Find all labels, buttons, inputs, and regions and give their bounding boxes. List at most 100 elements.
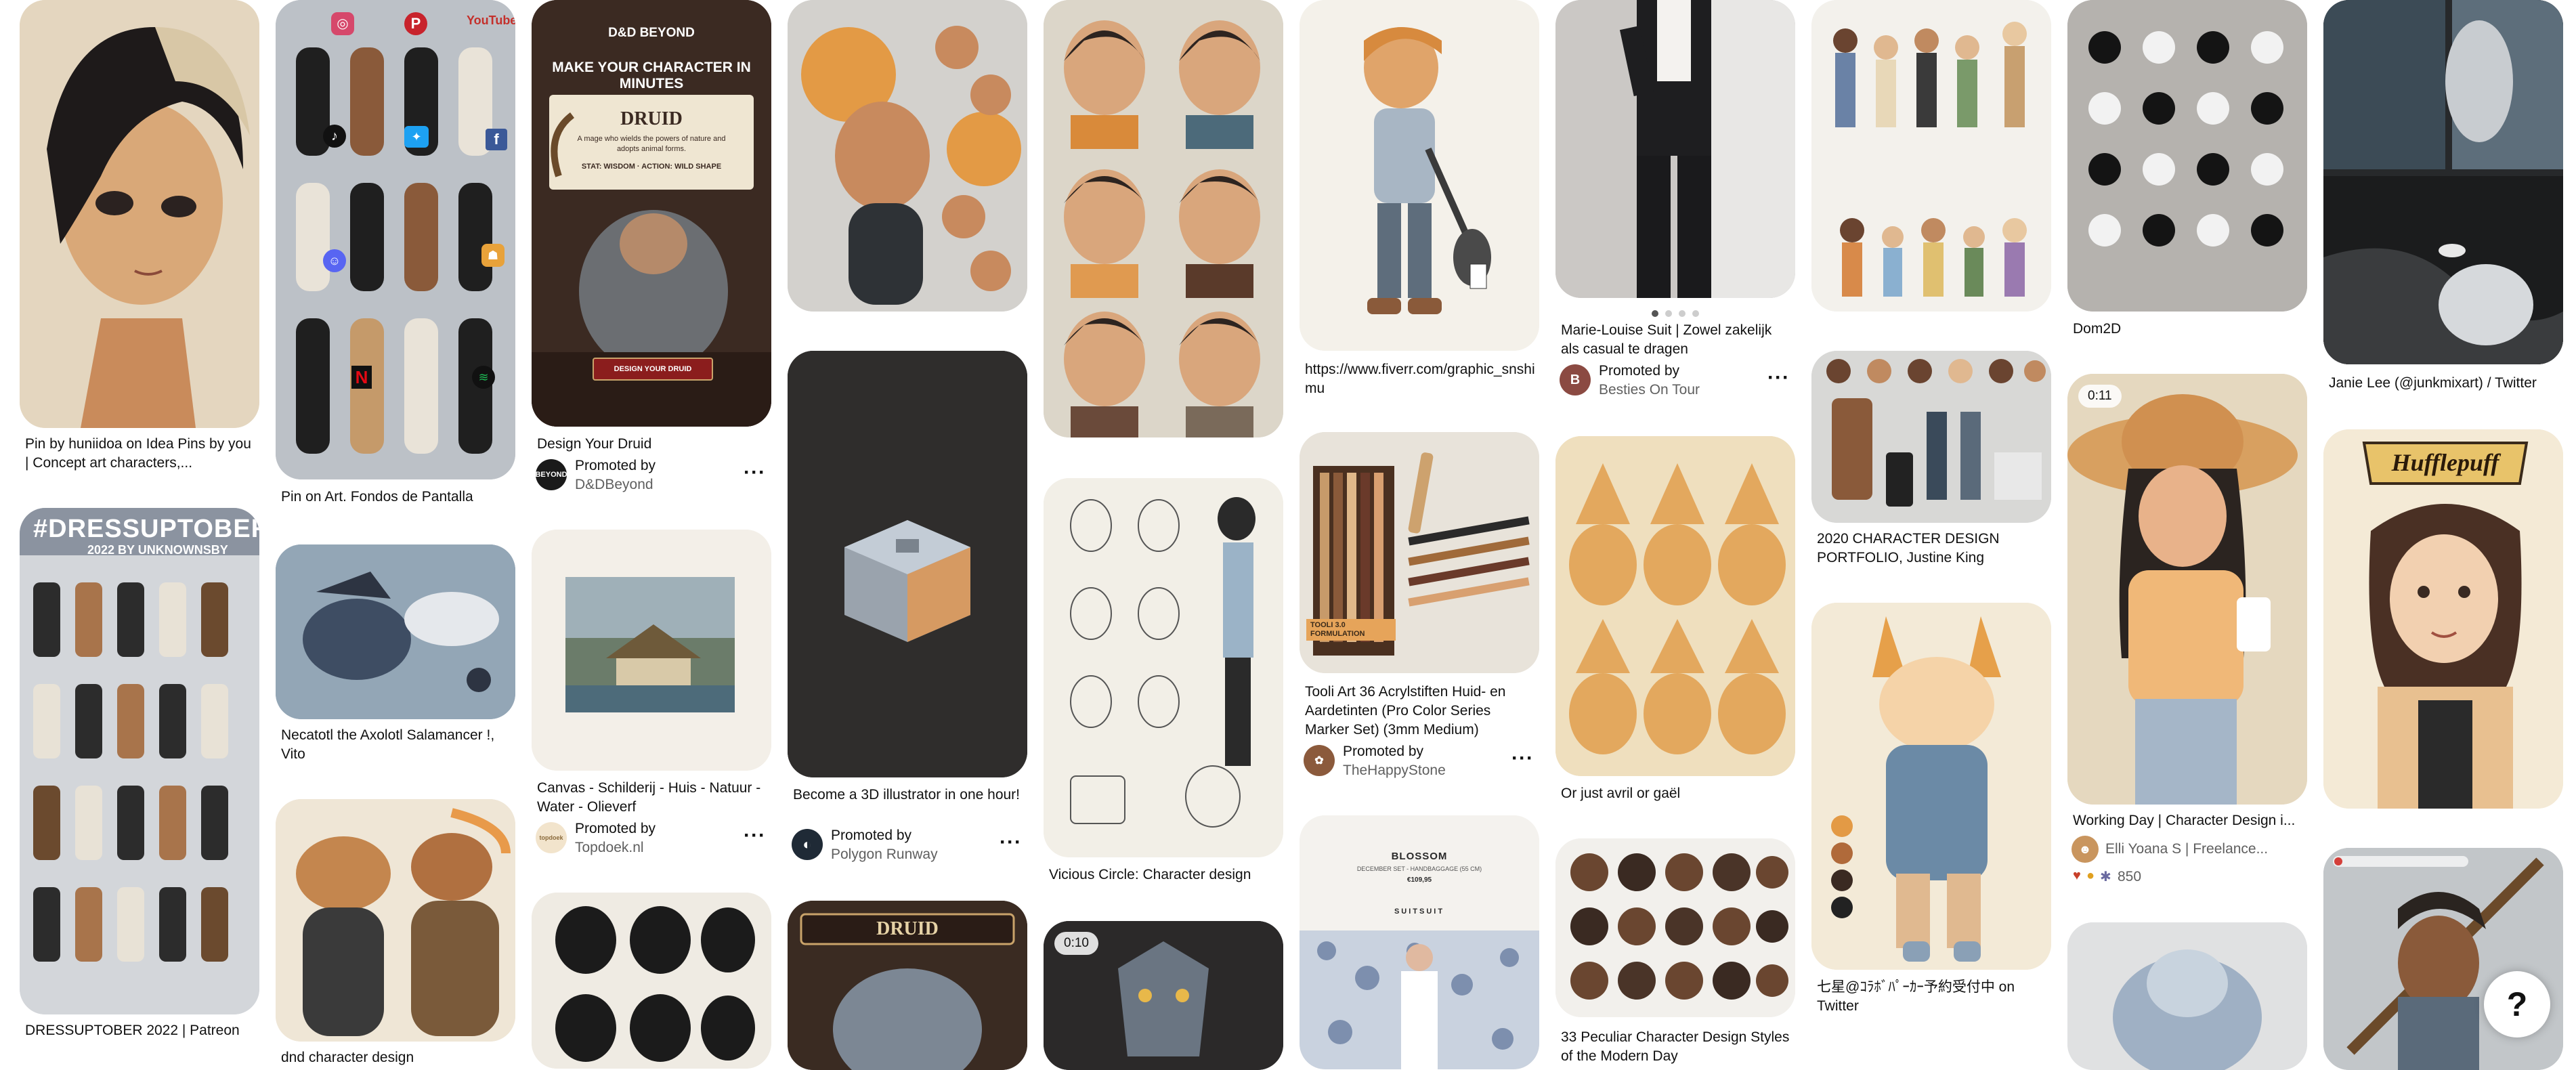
advertiser-avatar[interactable]: B	[1560, 364, 1591, 395]
creature-illustration	[2067, 922, 2307, 1070]
pin-image[interactable]: BLOSSOM DECEMBER SET - HANDBAGGAGE (55 C…	[1300, 815, 1539, 1069]
pin-image[interactable]: Hufflepuff	[2323, 429, 2563, 809]
pin-image[interactable]	[788, 0, 1027, 312]
pin-title[interactable]: dnd character design	[281, 1048, 511, 1067]
pin-title[interactable]: Tooli Art 36 Acrylstiften Huid- en Aarde…	[1305, 683, 1535, 740]
promoted-by-row[interactable]: BEYOND Promoted by D&DBeyond ···	[535, 456, 769, 494]
pin-image[interactable]	[788, 351, 1027, 777]
pin-image[interactable]	[1300, 0, 1539, 351]
help-button[interactable]: ?	[2484, 971, 2550, 1037]
pin-title[interactable]: Dom2D	[2073, 320, 2303, 339]
more-options-icon[interactable]: ···	[1511, 748, 1534, 769]
link-favicon-icon	[2334, 857, 2342, 865]
character-expressions-illustration	[788, 0, 1027, 312]
advertiser-name[interactable]: Besties On Tour	[1599, 381, 1700, 400]
advertiser-avatar[interactable]: ✿	[1304, 745, 1335, 776]
dnd-beyond-logo: D&D BEYOND	[608, 26, 695, 40]
advertiser-avatar[interactable]: BEYOND	[535, 459, 567, 490]
pin-image[interactable]: #DRESSUPTOBER 2022 BY UNKNOWNSBY	[20, 508, 259, 1014]
pin-image[interactable]: D&D BEYOND MAKE YOUR CHARACTER IN MINUTE…	[532, 0, 771, 427]
frog-characters-illustration	[276, 799, 515, 1042]
snapchat-icon: ☗	[481, 244, 505, 267]
link-url-chip[interactable]	[2333, 856, 2468, 867]
instagram-icon: ◎	[331, 12, 354, 35]
pin-image[interactable]	[2323, 0, 2563, 364]
pin-image[interactable]	[2067, 922, 2307, 1070]
pin-title[interactable]: Vicious Circle: Character design	[1049, 865, 1279, 884]
pin-image[interactable]	[1555, 838, 1795, 1017]
pin-title[interactable]: Pin by huniidoa on Idea Pins by you | Co…	[25, 435, 255, 473]
pin-image[interactable]: DRUID	[788, 901, 1027, 1070]
advertiser-name[interactable]: Polygon Runway	[831, 845, 938, 864]
pin-title[interactable]: 七星@ｺﾗﾎﾞﾊﾟｰｶｰ予約受付中 on Twitter	[1817, 978, 2047, 1016]
twitter-icon: ✦	[404, 126, 429, 148]
sketch-character-sheet	[1044, 478, 1283, 857]
pin-title[interactable]: Design Your Druid	[537, 435, 767, 454]
pin-image[interactable]	[1811, 603, 2051, 970]
pin-title[interactable]: 33 Peculiar Character Design Styles of t…	[1561, 1028, 1791, 1066]
pin-image[interactable]	[276, 544, 515, 719]
promoted-by-row[interactable]: topdoek Promoted by Topdoek.nl ···	[536, 819, 769, 857]
pin-image[interactable]	[276, 799, 515, 1042]
hufflepuff-girl-illustration	[2323, 429, 2563, 809]
character-illustration	[20, 0, 259, 428]
promoted-by-row[interactable]: B Promoted by Besties On Tour ···	[1560, 362, 1793, 400]
carousel-dot[interactable]	[1692, 310, 1699, 317]
reactions-row[interactable]: ♥ ● ✱ 850	[2073, 868, 2303, 889]
pin-title[interactable]: Canvas - Schilderij - Huis - Natuur - Wa…	[537, 779, 767, 817]
dressup-grid-illustration	[20, 508, 259, 1014]
author-avatar[interactable]: ☻	[2071, 836, 2099, 863]
advertiser-avatar[interactable]: topdoek	[536, 822, 567, 853]
pin-image[interactable]: ◎ P YouTube ♪ ✦ f ☺ N ≋ ☗	[276, 0, 515, 479]
pin-image[interactable]: 0:11	[2067, 374, 2307, 805]
pin-title[interactable]: Janie Lee (@junkmixart) / Twitter	[2329, 374, 2559, 393]
pin-title[interactable]: DRESSUPTOBER 2022 | Patreon	[25, 1021, 255, 1040]
carousel-dot[interactable]	[1679, 310, 1686, 317]
design-druid-cta[interactable]: DESIGN YOUR DRUID	[593, 358, 713, 381]
pin-title[interactable]: Become a 3D illustrator in one hour!	[793, 786, 1023, 805]
pin-image[interactable]	[1044, 478, 1283, 857]
icon-sheet-illustration	[2067, 0, 2307, 312]
pin-title[interactable]: Marie-Louise Suit | Zowel zakelijk als c…	[1561, 321, 1791, 359]
woman-suit-photo	[1555, 0, 1795, 298]
carousel-dot-active[interactable]	[1652, 310, 1658, 317]
pin-title[interactable]: https://www.fiverr.com/graphic_snshimu	[1305, 360, 1535, 398]
pin-title[interactable]: Or just avril or gaël	[1561, 784, 1791, 803]
tiktok-icon: ♪	[323, 125, 346, 148]
more-options-icon[interactable]: ···	[744, 463, 766, 483]
promoted-by-row[interactable]: ◐ Promoted by Polygon Runway ···	[792, 826, 1025, 864]
more-options-icon[interactable]: ···	[744, 826, 766, 846]
pin-title[interactable]: Necatotl the Axolotl Salamancer !, Vito	[281, 726, 511, 764]
pin-image[interactable]: 0:10	[1044, 921, 1283, 1070]
pin-image[interactable]	[1044, 0, 1283, 437]
advertiser-avatar[interactable]: ◐	[792, 829, 823, 860]
pin-image[interactable]	[20, 0, 259, 428]
spotify-icon: ≋	[472, 366, 495, 389]
pin-title[interactable]: 2020 CHARACTER DESIGN PORTFOLIO, Justine…	[1817, 530, 2047, 568]
author-row[interactable]: ☻ Elli Yoana S | Freelance...	[2071, 836, 2304, 863]
author-name[interactable]: Elli Yoana S | Freelance...	[2105, 840, 2268, 859]
advertiser-name[interactable]: Topdoek.nl	[575, 838, 644, 857]
character-lineup-illustration	[1811, 0, 2051, 312]
promoted-by-row[interactable]: ✿ Promoted by TheHappyStone ···	[1304, 742, 1537, 780]
advertiser-name[interactable]: D&DBeyond	[575, 475, 653, 494]
warrior-illustration	[2323, 848, 2563, 1070]
pin-title[interactable]: Pin on Art. Fondos de Pantalla	[281, 488, 511, 507]
more-options-icon[interactable]: ···	[1767, 368, 1790, 388]
pin-image[interactable]	[1811, 0, 2051, 312]
pin-image[interactable]	[1555, 436, 1795, 776]
pin-image[interactable]	[1555, 0, 1795, 298]
carousel-indicator[interactable]	[1555, 308, 1795, 320]
carousel-dot[interactable]	[1665, 310, 1672, 317]
more-options-icon[interactable]: ···	[1000, 832, 1022, 853]
pin-image[interactable]	[1811, 351, 2051, 523]
pin-image[interactable]: TOOLI 3.0 FORMULATION	[1300, 432, 1539, 673]
druid-card-text: A mage who wields the powers of nature a…	[577, 135, 726, 153]
pin-image[interactable]	[532, 530, 771, 771]
pin-image[interactable]	[2323, 848, 2563, 1070]
social-icons-characters-illustration	[276, 0, 515, 479]
advertiser-name[interactable]: TheHappyStone	[1343, 761, 1446, 780]
pin-image[interactable]	[2067, 0, 2307, 312]
pin-title[interactable]: Working Day | Character Design i...	[2073, 811, 2303, 830]
pin-image[interactable]	[532, 893, 771, 1069]
